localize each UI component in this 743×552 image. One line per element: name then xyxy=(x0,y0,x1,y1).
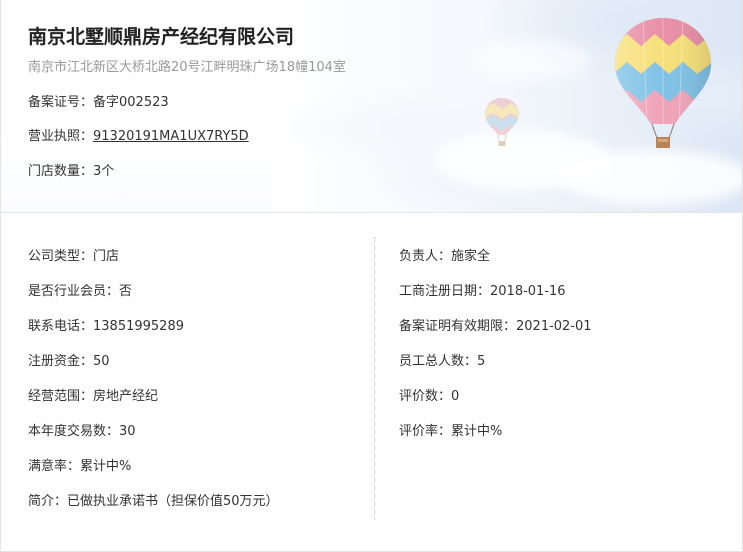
detail-row-company-type: 公司类型：门店 xyxy=(28,247,368,282)
business-license-label: 营业执照： xyxy=(28,129,94,144)
detail-row-introduction: 简介：已做执业承诺书（担保价值50万元） xyxy=(28,492,368,527)
filing-number-label: 备案证号： xyxy=(28,95,94,110)
store-count-label: 门店数量： xyxy=(28,164,94,179)
detail-value: 2021-02-01 xyxy=(516,319,592,334)
store-count-value: 3个 xyxy=(93,164,115,179)
detail-label: 负责人： xyxy=(399,249,452,264)
detail-row-review-count: 评价数：0 xyxy=(399,387,729,422)
detail-value: 施家全 xyxy=(451,249,491,264)
hot-air-balloon-icon xyxy=(615,18,711,148)
detail-label: 员工总人数： xyxy=(399,354,478,369)
detail-value: 累计中% xyxy=(451,424,503,439)
detail-value: 否 xyxy=(119,284,133,299)
detail-value: 30 xyxy=(119,424,136,439)
filing-number-value: 备字002523 xyxy=(93,95,169,110)
detail-row-satisfaction: 满意率：累计中% xyxy=(28,457,368,492)
cloud-decoration xyxy=(471,40,591,80)
detail-value: 5 xyxy=(477,354,486,369)
detail-label: 经营范围： xyxy=(28,389,94,404)
detail-row-annual-transactions: 本年度交易数：30 xyxy=(28,422,368,457)
detail-value: 累计中% xyxy=(80,459,132,474)
details-left-column: 公司类型：门店 是否行业会员：否 联系电话：13851995289 注册资金：5… xyxy=(28,247,368,527)
detail-label: 注册资金： xyxy=(28,354,94,369)
detail-row-business-scope: 经营范围：房地产经纪 xyxy=(28,387,368,422)
hot-air-balloon-icon xyxy=(485,98,519,146)
company-address: 南京市江北新区大桥北路20号江畔明珠广场18幢104室 xyxy=(28,60,346,75)
detail-label: 公司类型： xyxy=(28,249,94,264)
detail-row-registered-capital: 注册资金：50 xyxy=(28,352,368,387)
company-name: 南京北墅顺鼎房产经纪有限公司 xyxy=(28,26,295,48)
store-count-row: 门店数量：3个 xyxy=(28,160,114,179)
detail-value: 房地产经纪 xyxy=(93,389,159,404)
company-header: 南京北墅顺鼎房产经纪有限公司 南京市江北新区大桥北路20号江畔明珠广场18幢10… xyxy=(1,0,742,213)
detail-label: 满意率： xyxy=(28,459,81,474)
business-license-row: 营业执照：91320191MA1UX7RY5D xyxy=(28,125,249,144)
detail-row-industry-member: 是否行业会员：否 xyxy=(28,282,368,317)
detail-label: 是否行业会员： xyxy=(28,284,120,299)
business-license-link[interactable]: 91320191MA1UX7RY5D xyxy=(93,129,249,144)
detail-row-employee-count: 员工总人数：5 xyxy=(399,352,729,387)
detail-row-review-rate: 评价率：累计中% xyxy=(399,422,729,457)
filing-number-row: 备案证号：备字002523 xyxy=(28,91,169,110)
detail-row-registration-date: 工商注册日期：2018-01-16 xyxy=(399,282,729,317)
detail-value: 2018-01-16 xyxy=(490,284,566,299)
detail-value: 0 xyxy=(451,389,460,404)
cloud-decoration xyxy=(561,150,742,205)
detail-value: 已做执业承诺书（担保价值50万元） xyxy=(67,494,279,509)
detail-label: 评价率： xyxy=(399,424,452,439)
column-divider xyxy=(374,237,375,519)
detail-label: 联系电话： xyxy=(28,319,94,334)
detail-row-filing-validity: 备案证明有效期限：2021-02-01 xyxy=(399,317,729,352)
detail-value: 13851995289 xyxy=(93,319,184,334)
company-details: 公司类型：门店 是否行业会员：否 联系电话：13851995289 注册资金：5… xyxy=(1,213,743,552)
company-info-card: 南京北墅顺鼎房产经纪有限公司 南京市江北新区大桥北路20号江畔明珠广场18幢10… xyxy=(0,0,743,552)
detail-label: 工商注册日期： xyxy=(399,284,491,299)
detail-value: 50 xyxy=(93,354,110,369)
details-right-column: 负责人：施家全 工商注册日期：2018-01-16 备案证明有效期限：2021-… xyxy=(399,247,729,457)
detail-value: 门店 xyxy=(93,249,120,264)
detail-label: 本年度交易数： xyxy=(28,424,120,439)
detail-row-person-in-charge: 负责人：施家全 xyxy=(399,247,729,282)
detail-label: 评价数： xyxy=(399,389,452,404)
detail-label: 简介： xyxy=(28,494,68,509)
detail-row-phone: 联系电话：13851995289 xyxy=(28,317,368,352)
detail-label: 备案证明有效期限： xyxy=(399,319,517,334)
